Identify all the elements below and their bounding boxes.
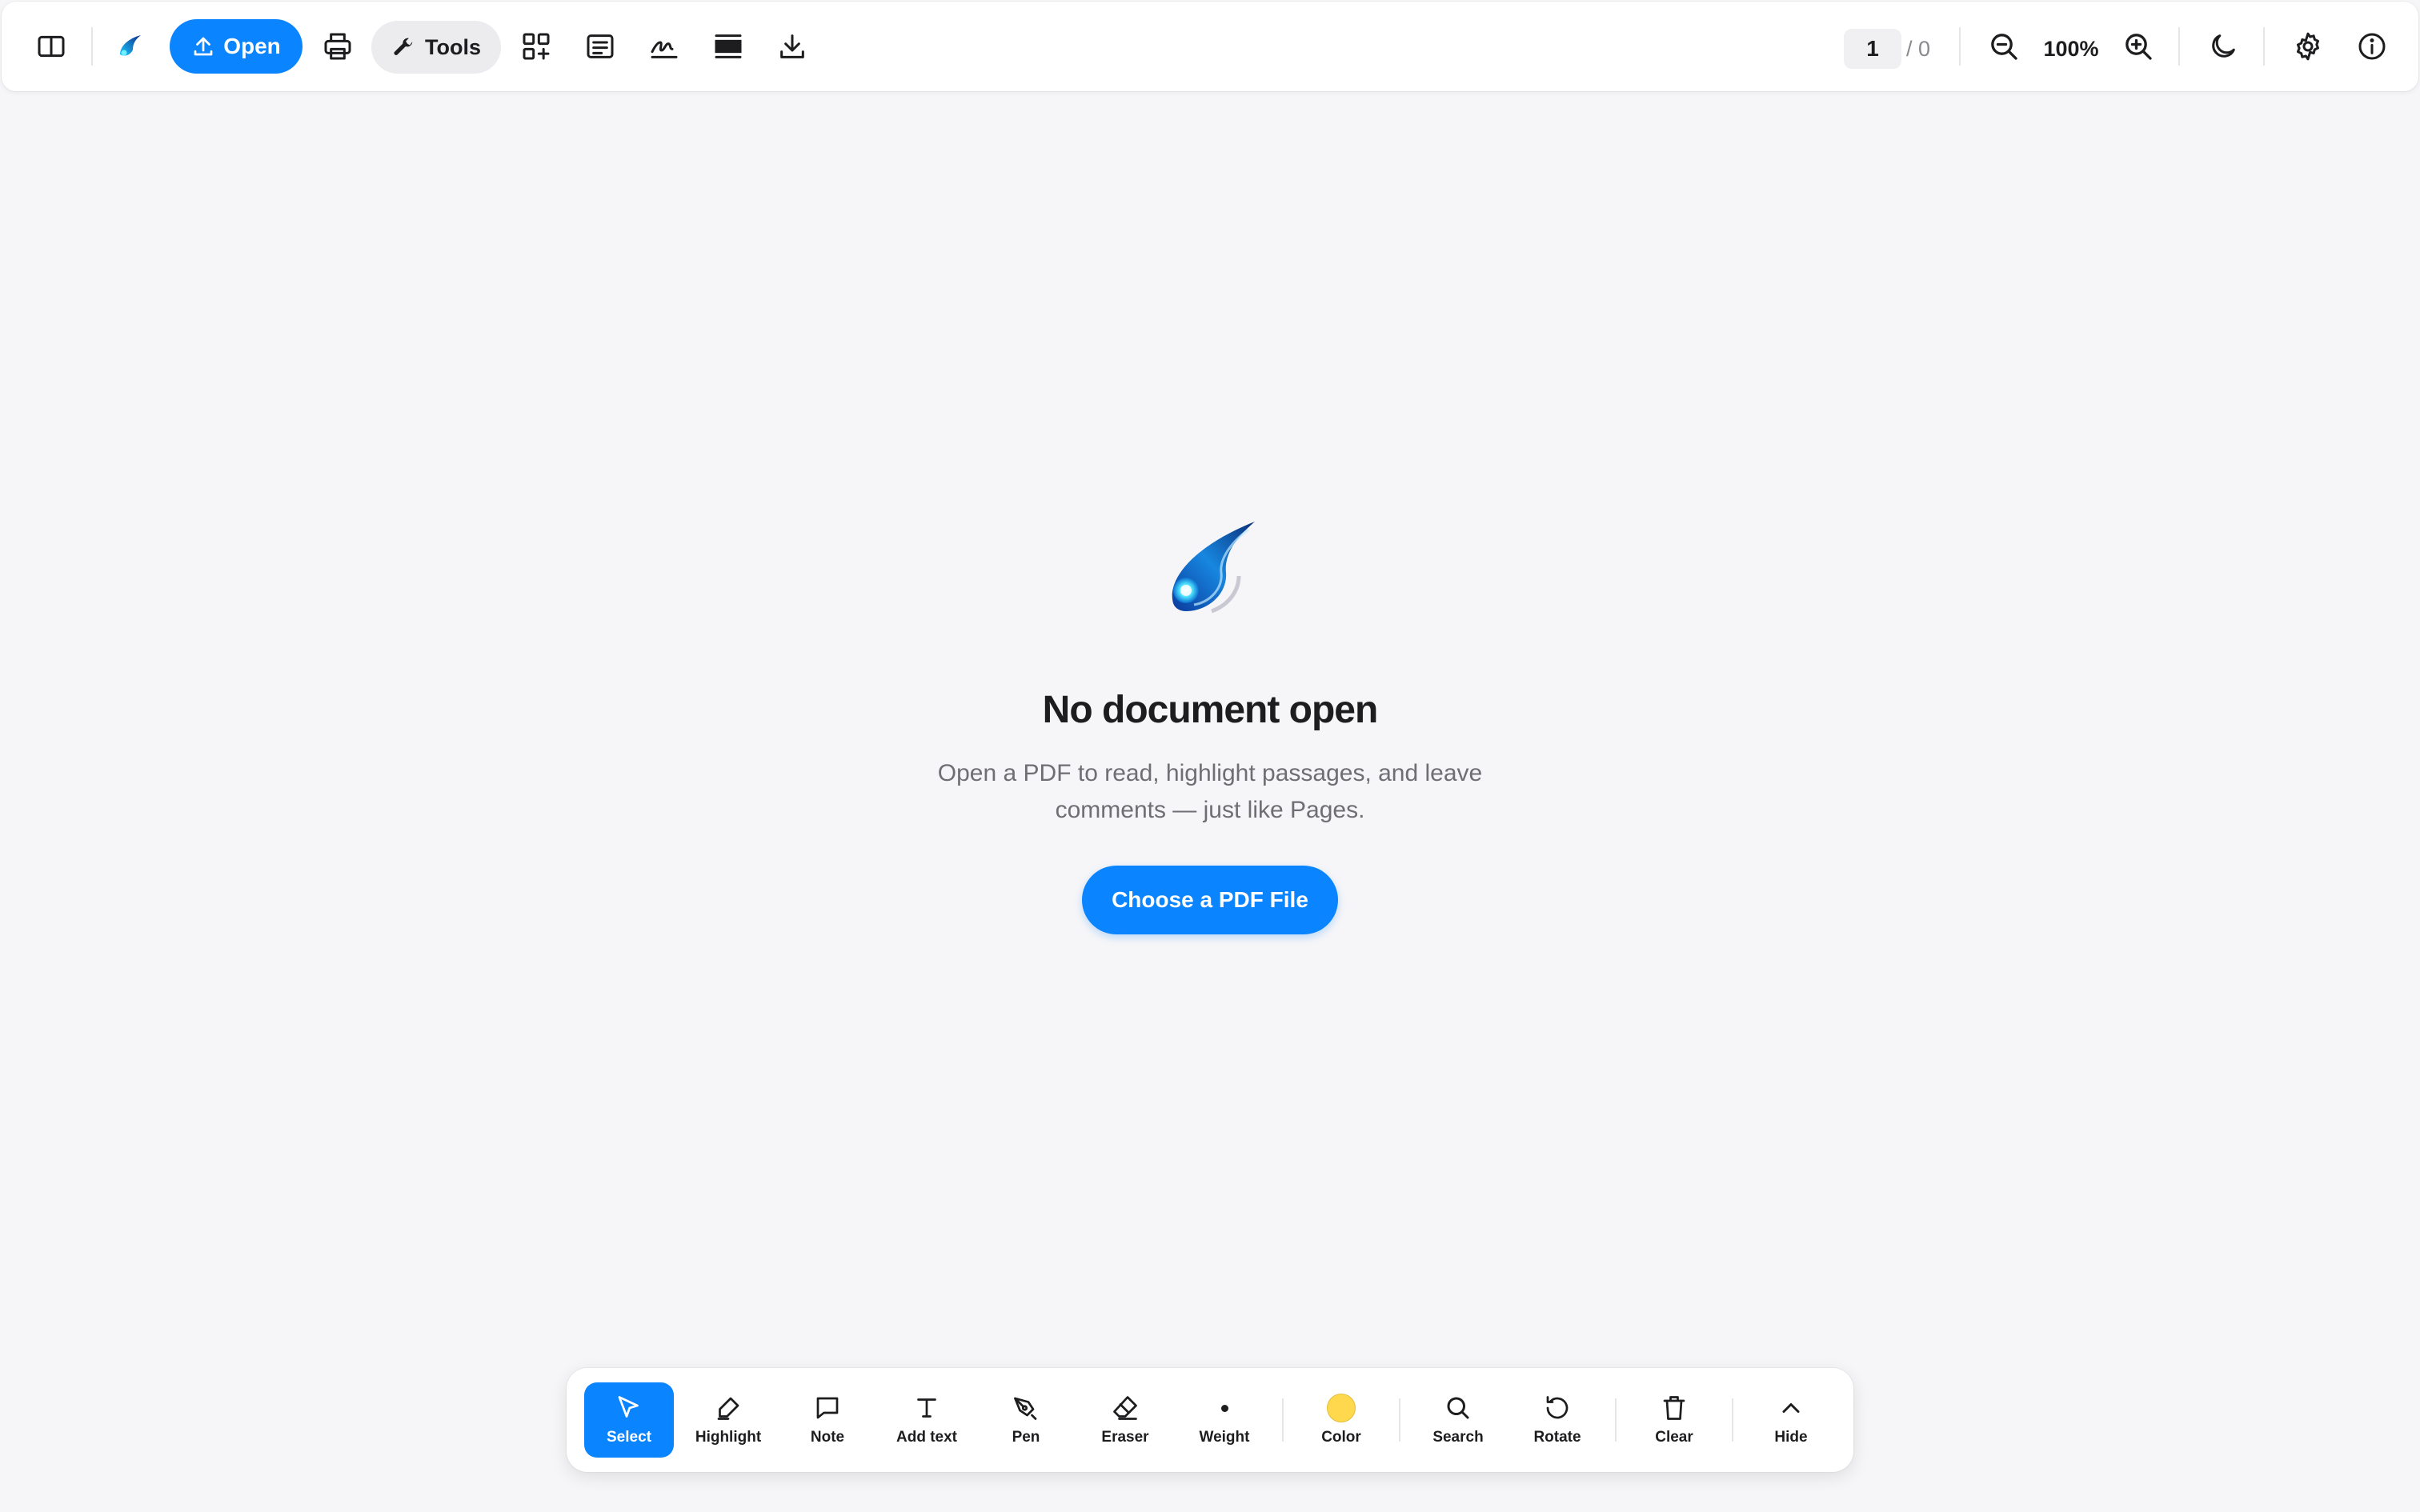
dock-item-label: Eraser	[1101, 1429, 1149, 1446]
note-tool-button[interactable]: Note	[783, 1382, 872, 1458]
print-button[interactable]	[312, 21, 363, 72]
zoom-out-button[interactable]	[1978, 21, 2029, 72]
signature-icon	[651, 41, 678, 58]
rotate-icon	[1546, 1396, 1569, 1419]
dock-divider	[1732, 1398, 1733, 1442]
toolbar-divider	[2178, 27, 2180, 66]
page-count: / 0	[1906, 36, 1931, 61]
color-swatch	[1327, 1394, 1356, 1422]
text-cursor-icon	[917, 1398, 936, 1418]
chevron-up-icon	[1782, 1403, 1800, 1413]
dock-item-label: Weight	[1199, 1429, 1250, 1446]
moon-icon	[2212, 34, 2235, 58]
info-icon	[2358, 33, 2386, 60]
annotation-dock: Select Highlight Note Add text Pen Erase…	[567, 1368, 1853, 1472]
printer-icon	[324, 33, 351, 60]
top-toolbar: Open Tools 1 / 0 100%	[2, 2, 2418, 91]
dock-divider	[1399, 1398, 1400, 1442]
zoom-out-icon	[1991, 34, 2017, 60]
dock-divider	[1615, 1398, 1617, 1442]
dock-item-label: Highlight	[695, 1429, 762, 1446]
download-button[interactable]	[767, 21, 818, 72]
select-tool-button[interactable]: Select	[584, 1382, 674, 1458]
highlight-tool-button[interactable]: Highlight	[683, 1382, 773, 1458]
wrench-icon	[394, 38, 413, 55]
forms-button[interactable]	[575, 21, 626, 72]
dock-item-label: Note	[810, 1429, 845, 1446]
zoom-in-icon	[2126, 34, 2152, 60]
download-icon	[780, 34, 804, 58]
rotate-tool-button[interactable]: Rotate	[1512, 1382, 1602, 1458]
dock-divider	[1282, 1398, 1284, 1442]
document-lines-icon	[587, 34, 614, 58]
search-tool-button[interactable]: Search	[1413, 1382, 1503, 1458]
tools-button[interactable]: Tools	[371, 21, 501, 74]
choose-pdf-button[interactable]: Choose a PDF File	[1082, 866, 1338, 934]
magnifier-icon	[1447, 1397, 1469, 1419]
dock-item-label: Search	[1432, 1429, 1484, 1446]
cursor-arrow-icon	[618, 1396, 639, 1418]
clear-tool-button[interactable]: Clear	[1629, 1382, 1719, 1458]
hide-dock-button[interactable]: Hide	[1746, 1382, 1836, 1458]
eraser-tool-button[interactable]: Eraser	[1080, 1382, 1170, 1458]
gear-icon	[2297, 32, 2319, 61]
sidebar-icon	[38, 35, 65, 58]
info-button[interactable]	[2346, 21, 2398, 72]
upload-icon	[194, 37, 213, 56]
toolbar-divider	[91, 27, 93, 66]
redact-icon	[715, 34, 742, 58]
grid-plus-icon	[523, 33, 550, 60]
dark-mode-toggle[interactable]	[2198, 21, 2249, 72]
dock-item-label: Clear	[1655, 1429, 1693, 1446]
add-text-tool-button[interactable]: Add text	[882, 1382, 972, 1458]
trash-icon	[1663, 1396, 1685, 1420]
empty-state-subtitle: Open a PDF to read, highlight passages, …	[937, 760, 1483, 823]
sidebar-toggle-button[interactable]	[26, 21, 77, 72]
dock-item-label: Add text	[896, 1429, 957, 1446]
page-number-input[interactable]: 1	[1844, 29, 1901, 69]
color-tool-button[interactable]: Color	[1296, 1382, 1386, 1458]
toolbar-divider	[2263, 27, 2265, 66]
weight-tool-button[interactable]: Weight	[1180, 1382, 1269, 1458]
eraser-icon	[1113, 1396, 1137, 1420]
comet-logo-icon	[1172, 522, 1255, 614]
pen-tool-button[interactable]: Pen	[981, 1382, 1071, 1458]
organize-pages-button[interactable]	[511, 21, 562, 72]
zoom-in-button[interactable]	[2113, 21, 2164, 72]
app-logo	[104, 21, 155, 72]
dot-icon	[1210, 1394, 1239, 1422]
highlighter-icon	[717, 1397, 739, 1420]
redact-button[interactable]	[703, 21, 754, 72]
dock-item-label: Pen	[1012, 1429, 1040, 1446]
dock-item-label: Hide	[1774, 1429, 1808, 1446]
dock-item-label: Color	[1321, 1429, 1361, 1446]
signature-button[interactable]	[639, 21, 690, 72]
pen-nib-icon	[1014, 1397, 1037, 1420]
empty-state-title: No document open	[1042, 689, 1379, 731]
dock-item-label: Rotate	[1533, 1429, 1581, 1446]
settings-button[interactable]	[2282, 21, 2334, 72]
zoom-level[interactable]: 100%	[2039, 29, 2103, 69]
comet-logo-icon	[120, 35, 141, 56]
speech-bubble-icon	[816, 1397, 839, 1419]
open-button[interactable]: Open	[170, 19, 302, 74]
dock-item-label: Select	[607, 1429, 651, 1446]
toolbar-divider	[1959, 27, 1961, 66]
tools-button-label: Tools	[425, 34, 481, 59]
open-button-label: Open	[223, 34, 281, 58]
